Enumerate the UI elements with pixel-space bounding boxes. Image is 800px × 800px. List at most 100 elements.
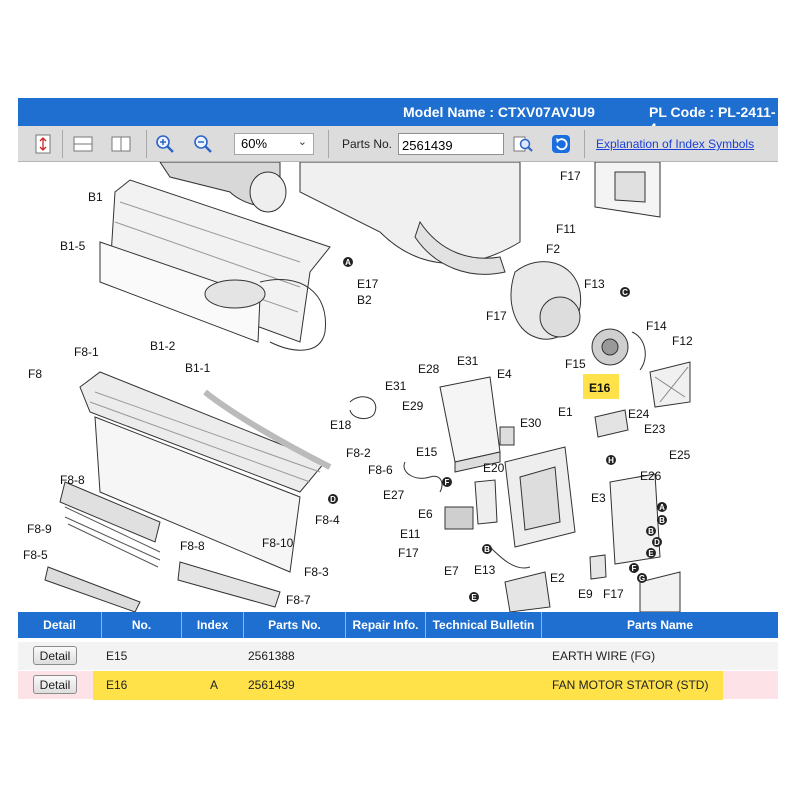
refresh-icon[interactable] <box>550 133 572 155</box>
label-f8-9: F8-9 <box>27 522 52 536</box>
label-f8-5: F8-5 <box>23 548 48 562</box>
explanation-link[interactable]: Explanation of Index Symbols <box>596 137 754 151</box>
label-e3: E3 <box>591 491 606 505</box>
label-e11: E11 <box>400 527 421 541</box>
svg-text:G: G <box>639 574 645 583</box>
svg-text:F: F <box>445 478 450 487</box>
zoom-select[interactable]: 60% ⌄ <box>234 133 314 155</box>
label-e1: E1 <box>558 405 573 419</box>
col-detail: Detail <box>18 612 102 638</box>
label-f14: F14 <box>646 319 667 333</box>
label-e31-b: E31 <box>385 379 407 393</box>
zoom-out-icon[interactable] <box>192 133 214 155</box>
label-f12: F12 <box>672 334 693 348</box>
label-e25: E25 <box>669 448 691 462</box>
label-e20: E20 <box>483 461 505 475</box>
cell-parts-no: 2561439 <box>248 678 295 692</box>
svg-text:C: C <box>622 288 628 297</box>
fit-width-icon[interactable] <box>72 133 94 155</box>
svg-text:A: A <box>659 503 665 512</box>
parts-diagram: B1 B1-5 B1-2 B1-1 E17 B2 F17 F17 F11 F2 … <box>23 162 693 612</box>
label-b1-1: B1-1 <box>185 361 211 375</box>
detail-button[interactable]: Detail <box>33 675 77 694</box>
label-e27: E27 <box>383 488 405 502</box>
zoom-value: 60% <box>241 136 268 151</box>
two-page-icon[interactable] <box>110 133 132 155</box>
cell-parts-name: EARTH WIRE (FG) <box>552 649 656 663</box>
parts-no-input[interactable] <box>398 133 504 155</box>
label-e13: E13 <box>474 563 496 577</box>
label-e31-a: E31 <box>457 354 479 368</box>
label-e9: E9 <box>578 587 593 601</box>
svg-text:E: E <box>648 549 654 558</box>
label-e18: E18 <box>330 418 352 432</box>
col-index: Index <box>182 612 244 638</box>
search-icon[interactable] <box>512 133 534 155</box>
label-f8-8-a: F8-8 <box>60 473 85 487</box>
toolbar: 60% ⌄ Parts No. Explanation of Index Sym… <box>18 126 778 162</box>
label-b1-5: B1-5 <box>60 239 86 253</box>
label-b1: B1 <box>88 190 103 204</box>
parts-table-header: Detail No. Index Parts No. Repair Info. … <box>18 612 778 638</box>
label-f17-mid: F17 <box>486 309 507 323</box>
label-f17-b: F17 <box>398 546 419 560</box>
label-f17-c: F17 <box>603 587 624 601</box>
label-f17-top: F17 <box>560 169 581 183</box>
label-f8-2: F8-2 <box>346 446 371 460</box>
table-row: Detail E16 A 2561439 FAN MOTOR STATOR (S… <box>18 671 778 699</box>
label-f8-3: F8-3 <box>304 565 329 579</box>
model-name: Model Name : CTXV07AVJU9 <box>403 104 595 120</box>
svg-text:D: D <box>330 495 336 504</box>
label-e6: E6 <box>418 507 433 521</box>
col-parts-no: Parts No. <box>244 612 346 638</box>
svg-text:A: A <box>345 258 351 267</box>
label-b2: B2 <box>357 293 372 307</box>
cell-index: A <box>210 678 219 692</box>
chevron-down-icon: ⌄ <box>297 136 307 148</box>
label-e28: E28 <box>418 362 440 376</box>
svg-text:B: B <box>648 527 654 536</box>
svg-text:H: H <box>608 456 614 465</box>
label-f8-10: F8-10 <box>262 536 294 550</box>
label-e15: E15 <box>416 445 438 459</box>
svg-text:E: E <box>471 593 477 602</box>
label-f8-6: F8-6 <box>368 463 393 477</box>
label-f8: F8 <box>28 367 42 381</box>
cell-parts-name: FAN MOTOR STATOR (STD) <box>552 678 709 692</box>
table-row: Detail E15 2561388 EARTH WIRE (FG) <box>18 642 778 670</box>
label-e29: E29 <box>402 399 424 413</box>
label-f8-8-b: F8-8 <box>180 539 205 553</box>
label-e30: E30 <box>520 416 542 430</box>
label-f8-4: F8-4 <box>315 513 340 527</box>
label-e17-top: E17 <box>357 277 379 291</box>
svg-text:F: F <box>632 564 637 573</box>
label-e16: E16 <box>589 381 611 395</box>
cell-no: E15 <box>106 649 128 663</box>
label-e26: E26 <box>640 469 662 483</box>
svg-text:B: B <box>659 516 665 525</box>
label-f13: F13 <box>584 277 605 291</box>
col-no: No. <box>102 612 182 638</box>
svg-text:B: B <box>484 545 490 554</box>
fit-page-icon[interactable] <box>32 133 54 155</box>
col-technical-bulletin: Technical Bulletin <box>426 612 542 638</box>
svg-text:D: D <box>654 538 660 547</box>
label-e2: E2 <box>550 571 565 585</box>
label-f11: F11 <box>556 222 576 236</box>
cell-no: E16 <box>106 678 128 692</box>
label-e24: E24 <box>628 407 650 421</box>
label-f8-1: F8-1 <box>74 345 99 359</box>
cell-parts-no: 2561388 <box>248 649 295 663</box>
col-repair-info: Repair Info. <box>346 612 426 638</box>
zoom-in-icon[interactable] <box>154 133 176 155</box>
label-f15: F15 <box>565 357 586 371</box>
label-e23: E23 <box>644 422 666 436</box>
label-f2: F2 <box>546 242 560 256</box>
col-parts-name: Parts Name <box>626 618 694 632</box>
label-e4: E4 <box>497 367 512 381</box>
label-f8-7: F8-7 <box>286 593 311 607</box>
label-b1-2: B1-2 <box>150 339 176 353</box>
title-bar: Model Name : CTXV07AVJU9 PL Code : PL-24… <box>18 98 778 136</box>
label-e7: E7 <box>444 564 459 578</box>
detail-button[interactable]: Detail <box>33 646 77 665</box>
